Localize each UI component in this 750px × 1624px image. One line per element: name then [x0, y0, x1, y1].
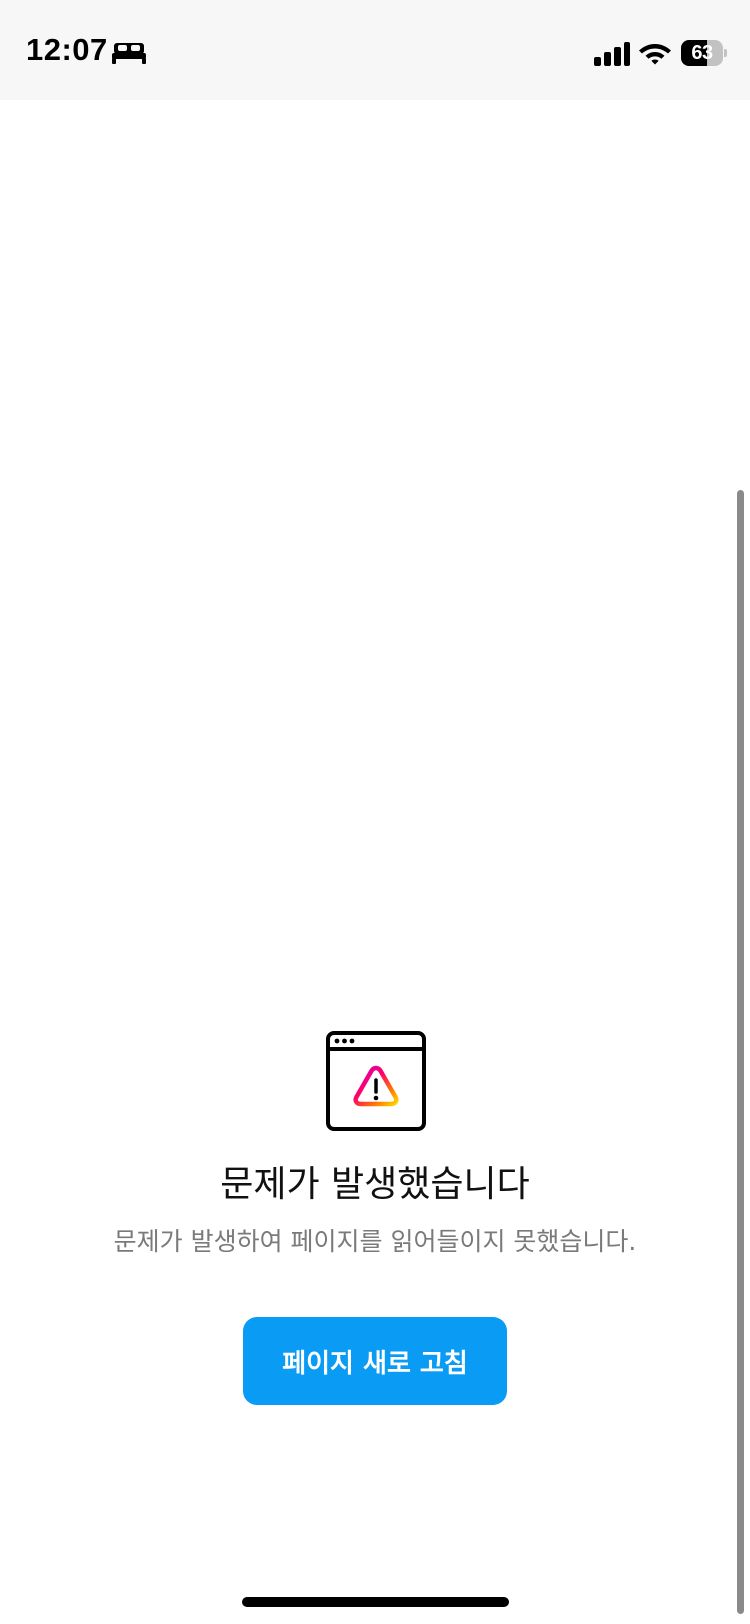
battery-tip: [724, 49, 727, 57]
status-bar: 12:07 63: [0, 0, 750, 100]
scroll-indicator[interactable]: [737, 490, 744, 1614]
error-screen: 12:07 63 문제가 발생했습니다 문제가 발생하여 페이지를 읽어들이지 …: [0, 0, 750, 1624]
error-title: 문제가 발생했습니다: [220, 1164, 530, 1205]
error-message: 문제가 발생하여 페이지를 읽어들이지 못했습니다.: [113, 1227, 637, 1256]
cellular-signal-icon: [594, 42, 630, 66]
refresh-page-button[interactable]: 페이지 새로 고침: [243, 1317, 507, 1405]
status-time: 12:07: [26, 32, 108, 67]
battery-level: 63: [691, 42, 713, 64]
home-indicator[interactable]: [242, 1597, 509, 1607]
browser-window-warning-icon: [326, 1031, 426, 1131]
battery-icon: 63: [681, 40, 727, 66]
sleep-focus-icon: [112, 43, 146, 64]
wifi-icon: [639, 44, 671, 65]
battery-body: 63: [681, 40, 723, 66]
